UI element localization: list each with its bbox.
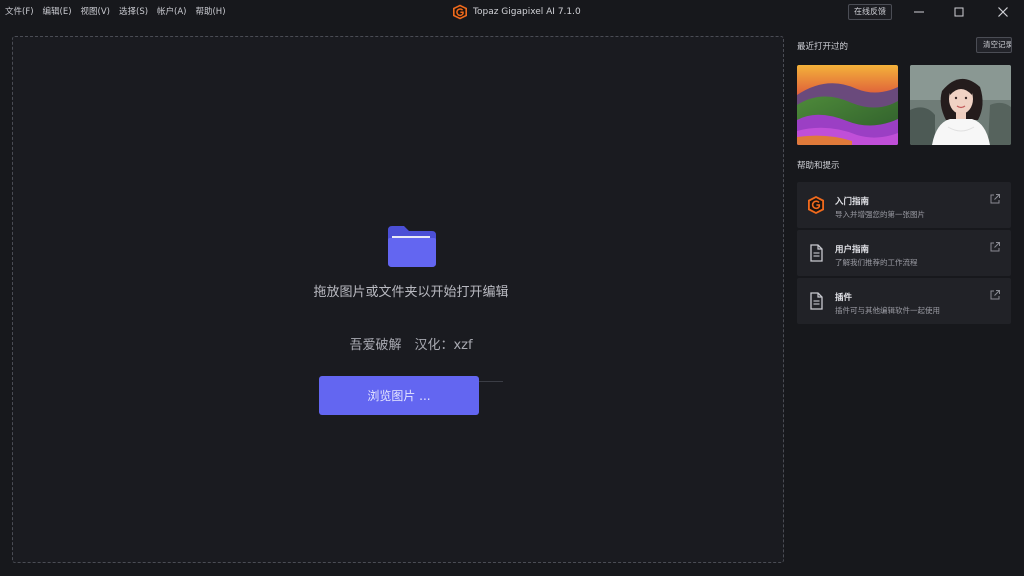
help-card-desc: 导入并增强您的第一张图片: [835, 210, 925, 219]
help-card-title: 用户指南: [835, 245, 870, 255]
browse-images-button[interactable]: 浏览图片 ...: [319, 376, 479, 415]
help-card-title: 插件: [835, 293, 853, 303]
external-link-icon[interactable]: [989, 241, 1001, 253]
recent-files-title: 最近打开过的: [797, 42, 849, 52]
help-card-plugins[interactable]: 插件 插件可与其他编辑软件一起使用: [797, 278, 1011, 324]
online-feedback-button[interactable]: 在线反馈: [848, 4, 892, 20]
external-link-icon[interactable]: [989, 193, 1001, 205]
topaz-g-logo-icon: [453, 4, 467, 20]
menu-view[interactable]: 视图(V): [81, 6, 110, 18]
help-card-desc: 了解我们推荐的工作流程: [835, 258, 918, 267]
menu-help[interactable]: 帮助(H): [195, 6, 225, 18]
credit-text: 吾爱破解 汉化：xzf: [349, 338, 473, 353]
landscape-thumbnail[interactable]: [797, 65, 898, 145]
maximize-icon[interactable]: [951, 4, 967, 20]
menu-select[interactable]: 选择(S): [119, 6, 148, 18]
help-card-desc: 插件可与其他编辑软件一起使用: [835, 306, 940, 315]
menu-bar: 文件(F) 编辑(E) 视图(V) 选择(S) 帐户(A) 帮助(H): [5, 6, 235, 18]
help-card-user-guide[interactable]: 用户指南 了解我们推荐的工作流程: [797, 230, 1011, 276]
document-icon: [810, 292, 823, 310]
close-icon[interactable]: [995, 4, 1011, 20]
help-card-getting-started[interactable]: 入门指南 导入并增强您的第一张图片: [797, 182, 1011, 228]
menu-edit[interactable]: 编辑(E): [43, 6, 72, 18]
app-title: Topaz Gigapixel AI 7.1.0: [452, 3, 581, 21]
drop-prompt: 拖放图片或文件夹以开始打开编辑: [313, 285, 509, 300]
title-bar: 文件(F) 编辑(E) 视图(V) 选择(S) 帐户(A) 帮助(H) Topa…: [0, 0, 1024, 24]
clear-history-button[interactable]: 清空记录: [976, 37, 1012, 53]
document-icon: [810, 244, 823, 262]
help-card-title: 入门指南: [835, 197, 870, 207]
minimize-icon[interactable]: [911, 4, 927, 20]
folder-icon: [388, 226, 436, 267]
app-title-text: Topaz Gigapixel AI 7.1.0: [473, 7, 581, 17]
portrait-thumbnail[interactable]: [910, 65, 1011, 145]
menu-file[interactable]: 文件(F): [5, 6, 34, 18]
topaz-g-logo-icon: [808, 196, 824, 214]
help-tips-title: 帮助和提示: [797, 161, 840, 171]
external-link-icon[interactable]: [989, 289, 1001, 301]
app-window: 文件(F) 编辑(E) 视图(V) 选择(S) 帐户(A) 帮助(H) Topa…: [0, 0, 1024, 576]
menu-account[interactable]: 帐户(A): [157, 6, 186, 18]
drop-zone[interactable]: 拖放图片或文件夹以开始打开编辑 吾爱破解 汉化：xzf 或 浏览图片 ...: [12, 36, 784, 563]
